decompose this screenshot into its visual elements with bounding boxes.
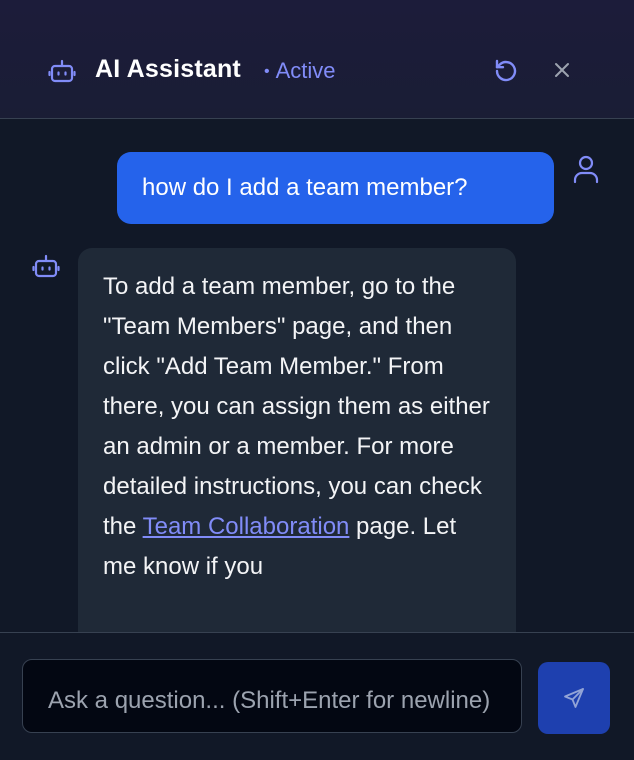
team-collaboration-link[interactable]: Team Collaboration xyxy=(143,513,350,540)
user-icon xyxy=(573,155,599,184)
assistant-message: To add a team member, go to the "Team Me… xyxy=(78,248,516,632)
send-icon xyxy=(564,688,584,708)
message-list[interactable]: how do I add a team member? To add a tea… xyxy=(0,120,634,632)
question-input[interactable]: Ask a question... (Shift+Enter for newli… xyxy=(22,659,522,733)
status-badge: • Active xyxy=(264,58,336,84)
status-dot: • xyxy=(264,63,270,80)
send-button[interactable] xyxy=(538,662,610,734)
chat-header: AI Assistant • Active xyxy=(0,0,634,119)
user-message: how do I add a team member? xyxy=(117,152,554,224)
assistant-title: AI Assistant xyxy=(95,55,241,83)
robot-icon xyxy=(48,59,76,83)
status-label: Active xyxy=(275,58,336,83)
refresh-icon[interactable] xyxy=(492,57,520,85)
close-icon[interactable] xyxy=(549,57,575,83)
assistant-message-text: To add a team member, go to the "Team Me… xyxy=(103,273,490,540)
composer: Ask a question... (Shift+Enter for newli… xyxy=(0,632,634,760)
robot-icon xyxy=(32,254,60,278)
